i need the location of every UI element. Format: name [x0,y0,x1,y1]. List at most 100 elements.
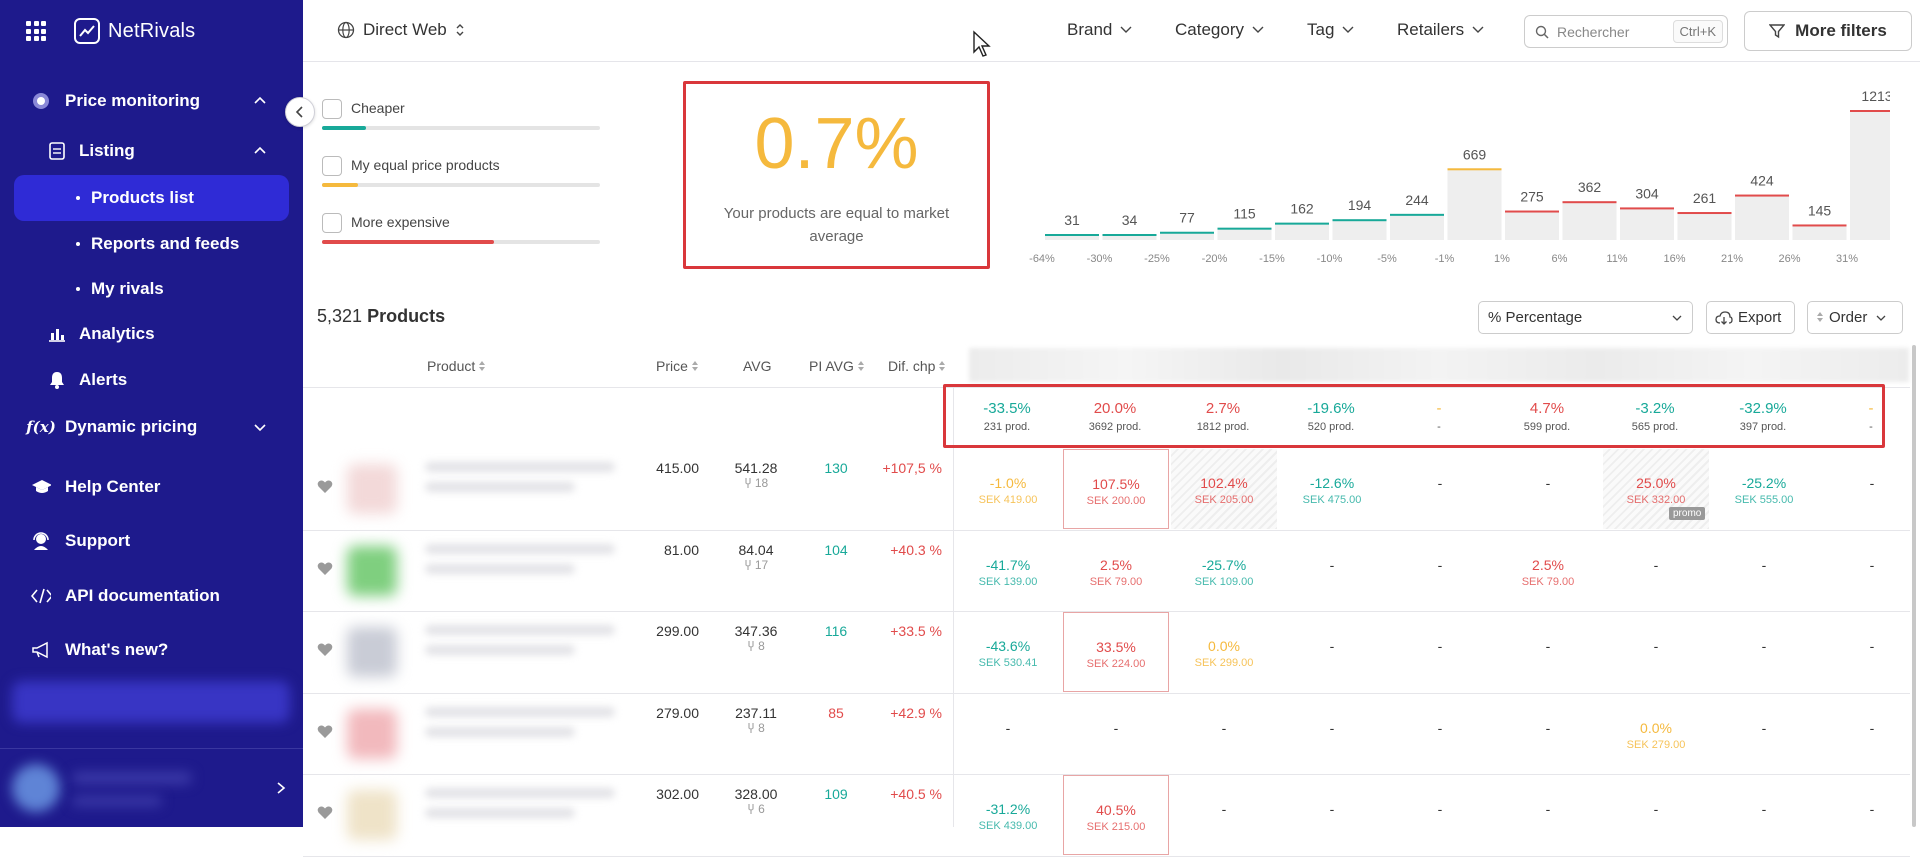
apps-grid-icon[interactable] [26,21,46,41]
histogram-bar[interactable] [1332,219,1387,240]
retailer-price-cell[interactable]: - [1819,449,1920,529]
retailer-price-cell[interactable]: -25.7% SEK 109.00 [1171,531,1277,611]
retailer-price-cell[interactable]: 0.0% SEK 299.00 [1171,612,1277,692]
retailer-price-cell[interactable]: - [1279,612,1385,692]
retailer-price-cell[interactable]: -25.2% SEK 555.00 [1711,449,1817,529]
retailer-price-cell[interactable]: 107.5% SEK 200.00 [1063,449,1169,529]
retailer-summary-cell[interactable]: -33.5% 231 prod. [957,400,1057,435]
order-button[interactable]: Order [1807,301,1903,334]
retailer-price-cell[interactable]: - [1819,531,1920,611]
retailer-price-cell[interactable]: - [1495,775,1601,855]
chevron-right-icon[interactable] [275,781,287,795]
retailer-price-cell[interactable]: 102.4% SEK 205.00 [1171,449,1277,529]
tag-filter[interactable]: Tag [1307,20,1354,40]
retailer-summary-cell[interactable]: -32.9% 397 prod. [1713,400,1813,435]
view-mode-select[interactable]: % Percentage [1478,301,1693,334]
sidebar-item-reports-and-feeds[interactable]: Reports and feeds [0,224,303,264]
retailer-price-cell[interactable]: - [1711,775,1817,855]
retailer-summary-cell[interactable]: -3.2% 565 prod. [1605,400,1705,435]
retailer-price-cell[interactable]: - [1387,775,1493,855]
retailer-price-cell[interactable]: 25.0% SEK 332.00 promo [1603,449,1709,529]
product-name[interactable] [425,625,615,635]
retailer-price-cell[interactable]: - [1279,775,1385,855]
histogram-bar[interactable] [1505,210,1559,240]
column-product[interactable]: Product [427,358,486,374]
cheaper-checkbox[interactable] [322,99,342,119]
sidebar-item-api-documentation[interactable]: API documentation [0,576,303,616]
channel-selector[interactable]: Direct Web [337,20,465,40]
retailer-price-cell[interactable]: - [1171,775,1277,855]
retailer-price-cell[interactable]: - [1603,612,1709,692]
favorite-heart-icon[interactable] [317,724,333,740]
retailer-price-cell[interactable]: - [1063,694,1169,774]
favorite-heart-icon[interactable] [317,805,333,821]
retailer-price-cell[interactable]: - [1819,612,1920,692]
retailer-price-cell[interactable]: - [1495,612,1601,692]
retailer-price-cell[interactable]: - [1711,612,1817,692]
product-name[interactable] [425,462,615,472]
product-thumbnail[interactable] [347,627,397,677]
histogram-bar[interactable] [1562,201,1617,240]
sidebar-item-price-monitoring[interactable]: Price monitoring [0,81,303,121]
retailer-price-cell[interactable]: - [1603,775,1709,855]
retailer-price-cell[interactable]: - [1495,694,1601,774]
retailer-price-cell[interactable]: - [1495,449,1601,529]
histogram-bar[interactable] [1677,212,1732,240]
brand-filter[interactable]: Brand [1067,20,1132,40]
account-switcher[interactable] [12,681,290,723]
product-thumbnail[interactable] [347,708,397,759]
column-dif-chp[interactable]: Dif. chp [888,358,946,374]
scrollbar[interactable] [1912,345,1916,827]
sidebar-item-support[interactable]: Support [0,521,303,561]
more-filters-button[interactable]: More filters [1744,11,1912,51]
histogram-bar[interactable] [1390,213,1444,240]
column-price[interactable]: Price [656,358,699,374]
collapse-sidebar-button[interactable] [285,97,315,127]
retailer-summary-cell[interactable]: -- [1389,400,1489,435]
equal-price-checkbox[interactable] [322,156,342,176]
export-button[interactable]: Export [1706,301,1795,334]
retailer-price-cell[interactable]: - [1387,449,1493,529]
favorite-heart-icon[interactable] [317,561,333,577]
retailer-price-cell[interactable]: -12.6% SEK 475.00 [1279,449,1385,529]
product-name[interactable] [425,788,615,798]
retailer-price-cell[interactable]: - [1279,531,1385,611]
retailer-price-cell[interactable]: -31.2% SEK 439.00 [955,775,1061,855]
favorite-heart-icon[interactable] [317,479,333,495]
retailer-price-cell[interactable]: - [1279,694,1385,774]
column-pi-avg[interactable]: PI AVG [809,358,865,374]
retailer-price-cell[interactable]: -43.6% SEK 530.41 [955,612,1061,692]
retailer-price-cell[interactable]: 2.5% SEK 79.00 [1495,531,1601,611]
retailer-price-cell[interactable]: - [1711,531,1817,611]
product-thumbnail[interactable] [347,545,397,596]
more-expensive-checkbox[interactable] [322,213,342,233]
retailers-filter[interactable]: Retailers [1397,20,1484,40]
histogram-bar[interactable] [1792,224,1847,240]
retailer-price-cell[interactable]: 40.5% SEK 215.00 [1063,775,1169,855]
category-filter[interactable]: Category [1175,20,1264,40]
retailer-price-cell[interactable]: - [1387,694,1493,774]
product-thumbnail[interactable] [347,464,397,514]
histogram-bar[interactable] [1850,110,1890,240]
retailer-summary-cell[interactable]: 2.7% 1812 prod. [1173,400,1273,435]
retailer-price-cell[interactable]: 33.5% SEK 224.00 [1063,612,1169,692]
favorite-heart-icon[interactable] [317,642,333,658]
histogram-bar[interactable] [1620,207,1674,240]
sidebar-item-help-center[interactable]: Help Center [0,467,303,507]
retailer-price-cell[interactable]: - [1171,694,1277,774]
sidebar-item-dynamic-pricing[interactable]: f(x) Dynamic pricing [0,407,303,447]
retailer-price-cell[interactable]: - [955,694,1061,774]
retailer-price-cell[interactable]: -1.0% SEK 419.00 [955,449,1061,529]
column-avg[interactable]: AVG [743,358,772,374]
sidebar-item-alerts[interactable]: Alerts [0,360,303,400]
retailer-summary-cell[interactable]: 4.7% 599 prod. [1497,400,1597,435]
histogram-bar[interactable] [1735,194,1789,240]
sidebar-item-listing[interactable]: Listing [0,131,303,171]
product-name[interactable] [425,706,615,717]
retailer-price-cell[interactable]: - [1819,694,1920,774]
app-logo[interactable]: NetRivals [74,18,195,44]
retailer-price-cell[interactable]: 0.0% SEK 279.00 [1603,694,1709,774]
retailer-price-cell[interactable]: - [1711,694,1817,774]
retailer-price-cell[interactable]: 2.5% SEK 79.00 [1063,531,1169,611]
histogram-bar[interactable] [1447,168,1502,240]
